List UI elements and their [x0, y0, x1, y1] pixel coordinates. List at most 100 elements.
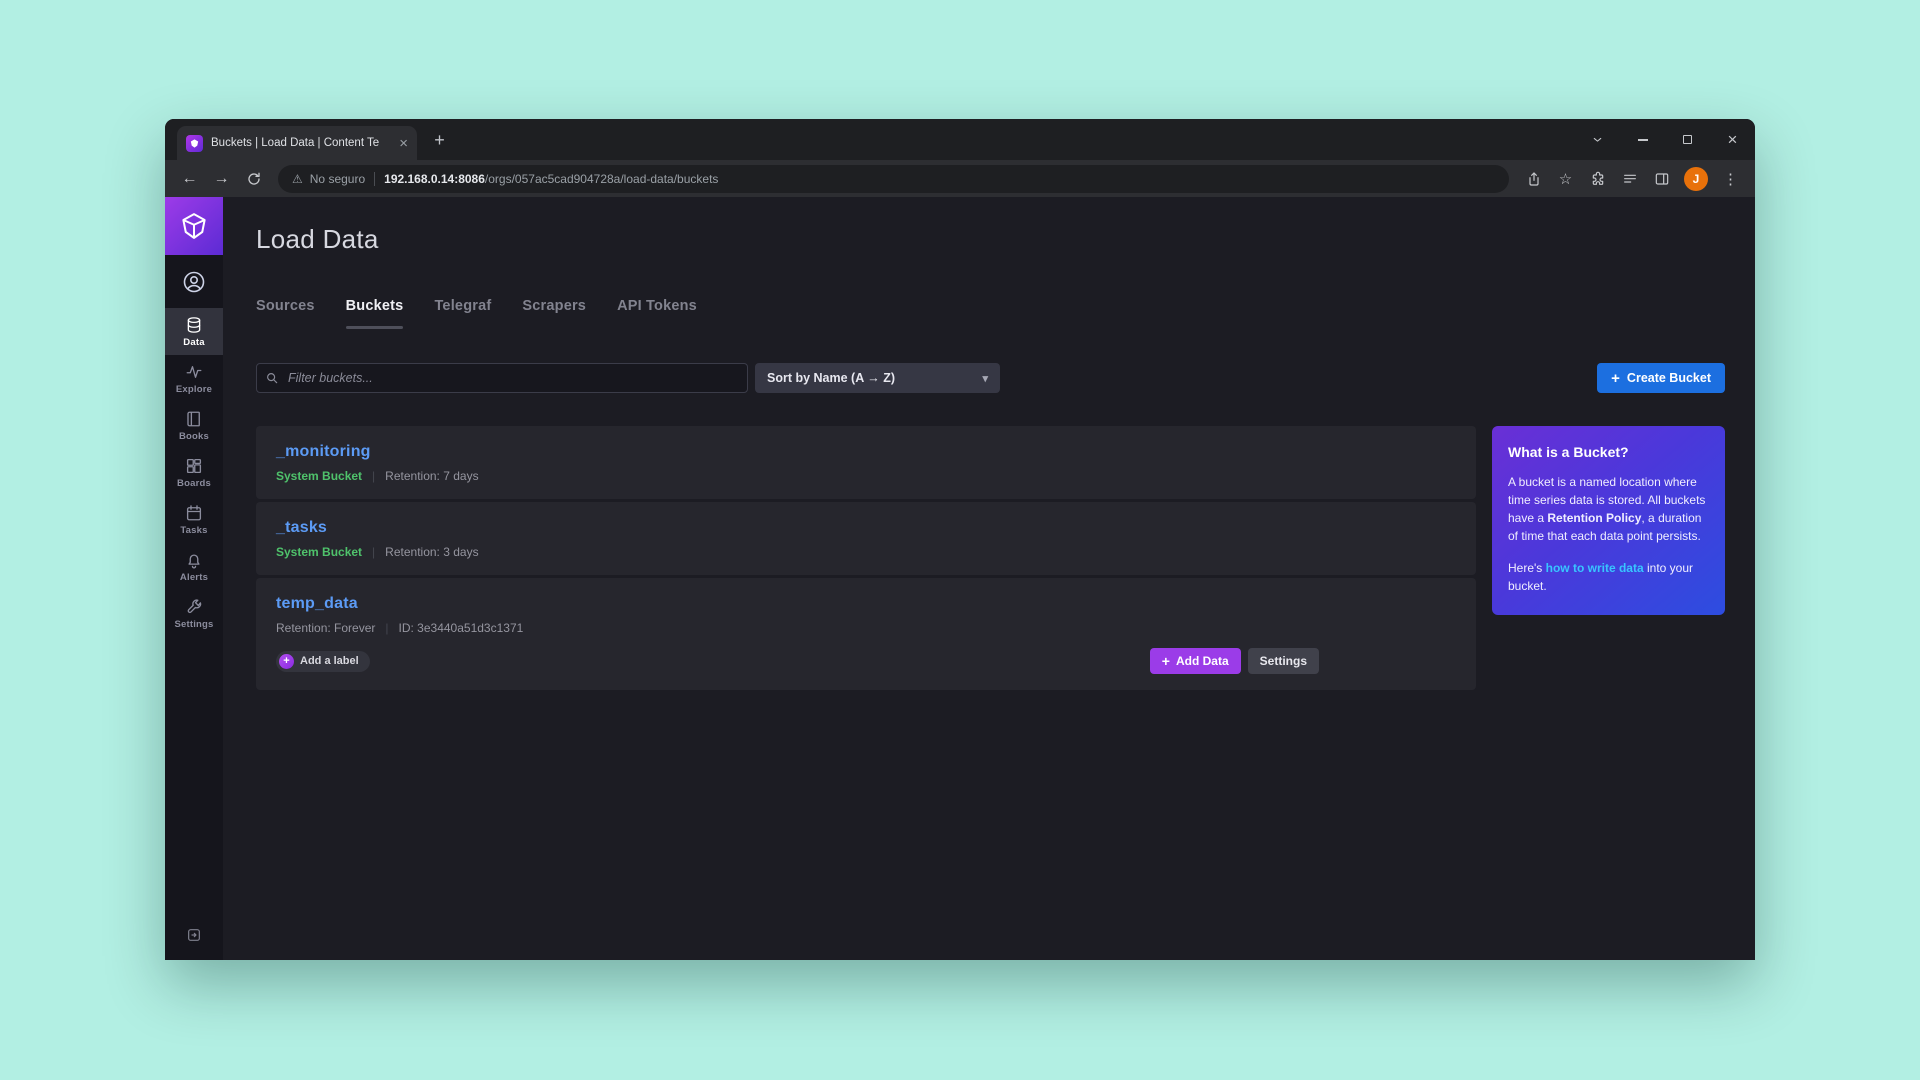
retention-text: Retention: 3 days [385, 545, 478, 559]
buckets-section: _monitoring System Bucket | Retention: 7… [256, 426, 1725, 693]
sidebar-item-label: Alerts [180, 572, 208, 583]
minimize-icon [1638, 139, 1648, 141]
bookmark-star-icon[interactable]: ☆ [1551, 164, 1580, 193]
sidebar-item-alerts[interactable]: Alerts [165, 543, 223, 590]
menu-kebab-icon[interactable]: ⋮ [1716, 164, 1745, 193]
sidebar-item-label: Tasks [180, 525, 207, 536]
user-avatar-nav[interactable] [165, 255, 223, 308]
new-tab-button[interactable]: + [426, 127, 453, 154]
dashboard-icon [185, 457, 203, 475]
filter-buckets-container [256, 363, 748, 393]
add-data-label: Add Data [1176, 654, 1229, 668]
retention-policy-bold: Retention Policy [1547, 511, 1641, 525]
tab-title: Buckets | Load Data | Content Te [211, 137, 391, 149]
retention-text: Retention: 7 days [385, 469, 478, 483]
wrench-icon [185, 598, 203, 616]
plus-icon: + [1611, 371, 1620, 386]
chevron-down-icon: ▾ [982, 372, 988, 385]
page-title: Load Data [256, 224, 1725, 255]
bucket-controls-row: Sort by Name (A → Z) ▾ + Create Bucket [256, 363, 1725, 393]
bucket-card: _monitoring System Bucket | Retention: 7… [256, 426, 1476, 499]
bucket-id-text: ID: 3e3440a51d3c1371 [399, 621, 524, 635]
create-bucket-button[interactable]: + Create Bucket [1597, 363, 1725, 393]
database-icon [185, 316, 203, 334]
sidebar-item-settings[interactable]: Settings [165, 590, 223, 637]
plus-icon: + [279, 654, 294, 669]
influxdb-favicon [186, 135, 203, 152]
bucket-list: _monitoring System Bucket | Retention: 7… [256, 426, 1476, 693]
sidebar-item-label: Settings [174, 619, 213, 630]
add-label-button[interactable]: + Add a label [276, 651, 370, 672]
browser-window: Buckets | Load Data | Content Te × + × ←… [165, 119, 1755, 960]
reload-button[interactable] [239, 164, 268, 193]
browser-toolbar: ← → ⚠ No seguro 192.168.0.14:8086 /orgs/… [165, 160, 1755, 197]
search-icon [265, 371, 279, 385]
sidebar-item-boards[interactable]: Boards [165, 449, 223, 496]
bucket-name-link[interactable]: _tasks [276, 519, 1456, 537]
sidebar-item-tasks[interactable]: Tasks [165, 496, 223, 543]
plus-icon: + [1162, 654, 1170, 668]
notebook-icon [185, 410, 203, 428]
forward-button[interactable]: → [207, 164, 236, 193]
bucket-name-link[interactable]: temp_data [276, 595, 1456, 613]
address-bar[interactable]: ⚠ No seguro 192.168.0.14:8086 /orgs/057a… [278, 165, 1509, 193]
sort-dropdown[interactable]: Sort by Name (A → Z) ▾ [755, 363, 1000, 393]
info-text: Here's [1508, 561, 1546, 575]
browser-tab[interactable]: Buckets | Load Data | Content Te × [177, 126, 417, 160]
sidebar-item-label: Explore [176, 384, 212, 395]
bucket-meta: Retention: Forever | ID: 3e3440a51d3c137… [276, 621, 1456, 635]
influxdb-app: Data Explore Books Boards Tasks Alerts [165, 197, 1755, 960]
tab-buckets[interactable]: Buckets [346, 298, 404, 329]
tab-close-icon[interactable]: × [399, 136, 408, 151]
side-panel-icon[interactable] [1647, 164, 1676, 193]
bucket-card: temp_data Retention: Forever | ID: 3e344… [256, 578, 1476, 690]
not-secure-warning-icon: ⚠ [292, 172, 303, 186]
influxdb-logo[interactable] [165, 197, 223, 255]
security-label: No seguro [310, 172, 365, 186]
main-content: Load Data Sources Buckets Telegraf Scrap… [223, 197, 1755, 960]
window-maximize-button[interactable] [1665, 119, 1710, 160]
back-button[interactable]: ← [175, 164, 204, 193]
sidebar-bottom-icon[interactable] [165, 916, 223, 954]
bucket-meta: System Bucket | Retention: 7 days [276, 469, 1456, 483]
window-minimize-button[interactable] [1620, 119, 1665, 160]
maximize-icon [1683, 135, 1692, 144]
add-data-button[interactable]: + Add Data [1150, 648, 1241, 674]
info-panel-title: What is a Bucket? [1508, 444, 1709, 460]
tab-sources[interactable]: Sources [256, 298, 315, 329]
sidebar-item-data[interactable]: Data [165, 308, 223, 355]
info-panel-body: A bucket is a named location where time … [1508, 473, 1709, 545]
sidebar-item-books[interactable]: Books [165, 402, 223, 449]
tab-telegraf[interactable]: Telegraf [434, 298, 491, 329]
sidebar-item-explore[interactable]: Explore [165, 355, 223, 402]
browser-tab-strip: Buckets | Load Data | Content Te × + × [165, 119, 1755, 160]
extensions-icon[interactable] [1583, 164, 1612, 193]
tab-search-chevron-icon[interactable] [1575, 119, 1620, 160]
share-icon[interactable] [1519, 164, 1548, 193]
url-host: 192.168.0.14:8086 [384, 172, 485, 186]
profile-avatar[interactable]: J [1684, 167, 1708, 191]
sidebar-item-label: Boards [177, 478, 211, 489]
tab-scrapers[interactable]: Scrapers [522, 298, 586, 329]
window-close-button[interactable]: × [1710, 119, 1755, 160]
filter-buckets-input[interactable] [256, 363, 748, 393]
how-to-write-data-link[interactable]: how to write data [1546, 561, 1644, 575]
reading-list-icon[interactable] [1615, 164, 1644, 193]
tab-api-tokens[interactable]: API Tokens [617, 298, 697, 329]
bucket-settings-button[interactable]: Settings [1248, 648, 1319, 674]
sidebar-item-label: Data [183, 337, 204, 348]
info-panel-footer: Here's how to write data into your bucke… [1508, 559, 1709, 595]
bucket-meta: System Bucket | Retention: 3 days [276, 545, 1456, 559]
url-path: /orgs/057ac5cad904728a/load-data/buckets [485, 172, 719, 186]
meta-divider: | [372, 469, 375, 483]
system-bucket-badge: System Bucket [276, 469, 362, 483]
bucket-name-link[interactable]: _monitoring [276, 443, 1456, 461]
meta-divider: | [372, 545, 375, 559]
add-label-text: Add a label [300, 655, 359, 667]
meta-divider: | [385, 621, 388, 635]
bell-icon [185, 551, 203, 569]
omnibox-divider [374, 172, 375, 186]
app-sidebar: Data Explore Books Boards Tasks Alerts [165, 197, 223, 960]
window-controls: × [1575, 119, 1755, 160]
create-bucket-label: Create Bucket [1627, 371, 1711, 385]
